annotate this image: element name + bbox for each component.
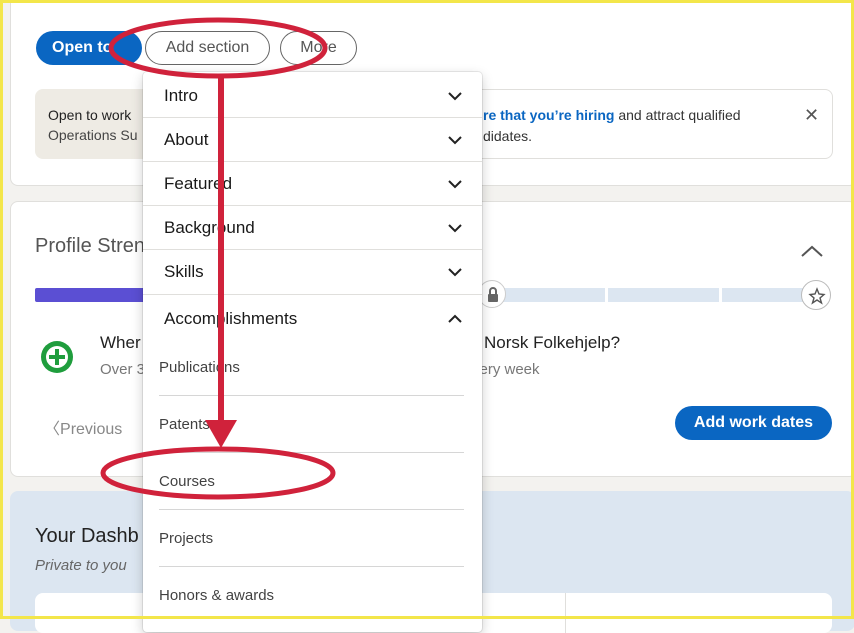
lock-icon bbox=[478, 280, 506, 308]
open-to-work-title: Open to work bbox=[48, 107, 132, 123]
star-icon bbox=[801, 280, 831, 310]
suggestion-title-right: Norsk Folkehjelp? bbox=[484, 333, 621, 352]
chevron-down-icon bbox=[448, 136, 462, 145]
section-label: Background bbox=[164, 218, 255, 237]
section-label: Accomplishments bbox=[164, 309, 298, 328]
dropdown-section-background[interactable]: Background bbox=[143, 206, 482, 250]
dashboard-title: Your Dashb bbox=[35, 525, 139, 547]
section-label: Featured bbox=[164, 174, 233, 193]
dropdown-section-intro[interactable]: Intro bbox=[143, 74, 482, 118]
add-work-dates-label: Add work dates bbox=[693, 414, 814, 431]
divider bbox=[143, 294, 482, 295]
chevron-up-icon[interactable] bbox=[800, 244, 824, 258]
chevron-down-icon bbox=[448, 180, 462, 189]
open-to-work-subtitle: Operations Su bbox=[48, 127, 138, 143]
dropdown-section-skills[interactable]: Skills bbox=[143, 250, 482, 294]
hiring-link[interactable]: re that you’re hiring bbox=[483, 107, 614, 123]
suggestion-subtitle: Over 3 bbox=[100, 361, 146, 378]
add-section-button[interactable]: Add section bbox=[145, 31, 270, 65]
add-section-dropdown: Intro About Featured Background Skills A… bbox=[143, 72, 482, 632]
add-work-dates-button[interactable]: Add work dates bbox=[675, 406, 832, 440]
open-to-label: Open to bbox=[52, 39, 113, 56]
previous-button[interactable]: 〈Previous bbox=[44, 415, 122, 439]
add-section-label: Add section bbox=[165, 39, 250, 56]
item-label: Projects bbox=[159, 529, 214, 547]
item-label: Patents bbox=[159, 415, 210, 433]
open-to-button[interactable]: Open to bbox=[36, 31, 142, 65]
dropdown-section-about[interactable]: About bbox=[143, 118, 482, 162]
chevron-up-icon bbox=[448, 314, 462, 323]
item-label: Courses bbox=[159, 472, 215, 490]
more-button[interactable]: More bbox=[280, 31, 357, 65]
section-label: Intro bbox=[164, 86, 199, 105]
suggestion-subtitle-right: very week bbox=[472, 361, 540, 378]
item-label: Publications bbox=[159, 358, 240, 376]
dropdown-item-publications[interactable]: Publications bbox=[159, 339, 464, 395]
section-label: Skills bbox=[164, 262, 204, 281]
hiring-card: re that you’re hiring and attract qualif… bbox=[430, 89, 833, 159]
section-label: About bbox=[164, 130, 209, 149]
previous-label: Previous bbox=[60, 421, 123, 438]
profile-strength-title: Profile Stren bbox=[35, 235, 146, 257]
dropdown-item-courses[interactable]: Courses bbox=[159, 453, 464, 509]
org-logo-icon bbox=[41, 341, 73, 373]
dropdown-item-patents[interactable]: Patents bbox=[159, 396, 464, 452]
suggestion-title: Wher bbox=[100, 333, 141, 352]
hiring-text: and attract qualified bbox=[614, 107, 741, 123]
dropdown-section-accomplishments[interactable]: Accomplishments bbox=[143, 297, 482, 341]
dropdown-item-projects[interactable]: Projects bbox=[159, 510, 464, 566]
hiring-text-line2: didates. bbox=[483, 128, 533, 144]
chevron-down-icon bbox=[448, 268, 462, 277]
progress-divider bbox=[719, 288, 722, 302]
item-label: Honors & awards bbox=[159, 586, 275, 604]
chevron-down-icon bbox=[448, 224, 462, 233]
progress-divider bbox=[605, 288, 608, 302]
dashboard-private-label: Private to you bbox=[35, 557, 127, 574]
close-icon[interactable]: ✕ bbox=[804, 105, 819, 126]
chevron-down-icon bbox=[448, 92, 462, 101]
dropdown-item-honors-awards[interactable]: Honors & awards bbox=[159, 567, 464, 623]
more-label: More bbox=[300, 39, 337, 56]
dropdown-section-featured[interactable]: Featured bbox=[143, 162, 482, 206]
chevron-left-icon: 〈 bbox=[44, 421, 61, 438]
